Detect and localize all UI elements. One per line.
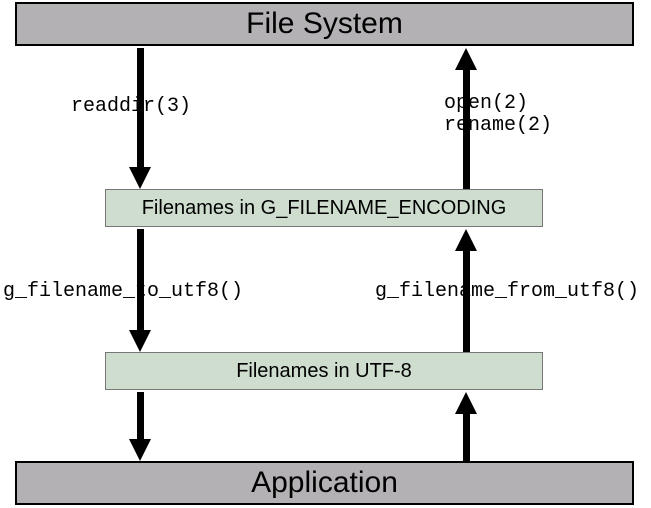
arrow-right-1-head bbox=[455, 48, 477, 70]
filename-encoding-box: Filenames in G_FILENAME_ENCODING bbox=[105, 189, 543, 227]
arrow-right-3-head bbox=[455, 392, 477, 414]
arrow-right-1 bbox=[463, 70, 470, 189]
file-system-box: File System bbox=[15, 2, 634, 46]
arrow-left-3 bbox=[137, 392, 144, 439]
arrow-left-1-head bbox=[129, 167, 151, 189]
utf8-label: Filenames in UTF-8 bbox=[236, 360, 412, 383]
filename-encoding-label: Filenames in G_FILENAME_ENCODING bbox=[142, 197, 507, 220]
arrow-left-1 bbox=[137, 48, 144, 167]
arrow-left-3-head bbox=[129, 439, 151, 461]
arrow-right-2 bbox=[463, 251, 470, 352]
rename-label: rename(2) bbox=[444, 114, 552, 137]
readdir-label: readdir(3) bbox=[71, 95, 191, 118]
application-box: Application bbox=[15, 461, 634, 505]
from-utf8-label: g_filename_from_utf8() bbox=[375, 280, 639, 303]
arrow-right-2-head bbox=[455, 229, 477, 251]
arrow-left-2 bbox=[137, 229, 144, 330]
utf8-box: Filenames in UTF-8 bbox=[105, 352, 543, 390]
file-system-label: File System bbox=[246, 7, 403, 41]
application-label: Application bbox=[251, 466, 398, 500]
arrow-right-3 bbox=[463, 414, 470, 461]
arrow-left-2-head bbox=[129, 330, 151, 352]
to-utf8-label: g_filename_to_utf8() bbox=[3, 280, 243, 303]
open-label: open(2) bbox=[444, 92, 528, 115]
